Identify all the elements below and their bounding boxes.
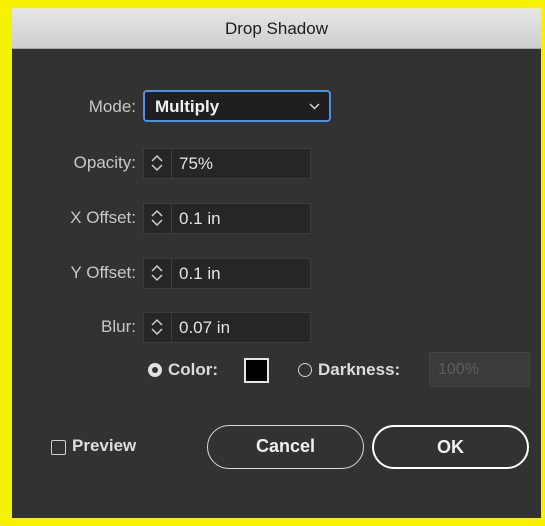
- dialog-title: Drop Shadow: [224, 19, 328, 38]
- chevron-down-icon: [309, 103, 320, 110]
- preview-checkbox[interactable]: [51, 440, 66, 455]
- title-bar[interactable]: Drop Shadow: [12, 8, 541, 49]
- color-radio[interactable]: [148, 363, 162, 377]
- stepper-arrows-icon: [151, 264, 163, 282]
- blur-value: 0.07 in: [179, 318, 231, 337]
- mode-select[interactable]: Multiply: [143, 90, 331, 122]
- preview-label: Preview: [72, 436, 137, 455]
- ok-button[interactable]: OK: [372, 425, 529, 469]
- opacity-field[interactable]: 75%: [143, 148, 311, 179]
- x-offset-label: X Offset:: [70, 208, 136, 227]
- stepper-arrows-icon: [151, 209, 163, 227]
- darkness-value: 100%: [438, 361, 479, 378]
- blur-field[interactable]: 0.07 in: [143, 312, 311, 343]
- darkness-field: 100%: [429, 352, 530, 387]
- color-swatch[interactable]: [244, 358, 269, 383]
- mode-label: Mode:: [88, 97, 136, 116]
- opacity-label: Opacity:: [73, 153, 136, 172]
- x-offset-value: 0.1 in: [179, 209, 221, 228]
- stepper-arrows-icon: [151, 318, 163, 336]
- x-offset-stepper[interactable]: [144, 204, 172, 233]
- opacity-value: 75%: [179, 154, 214, 173]
- drop-shadow-dialog: Drop Shadow Mode: Multiply Opacity: 75% …: [12, 8, 541, 518]
- y-offset-label: Y Offset:: [70, 263, 136, 282]
- stepper-arrows-icon: [151, 154, 163, 172]
- mode-value: Multiply: [155, 97, 220, 116]
- y-offset-value: 0.1 in: [179, 264, 221, 283]
- blur-label: Blur:: [101, 317, 136, 336]
- y-offset-field[interactable]: 0.1 in: [143, 258, 311, 289]
- color-label: Color:: [168, 360, 219, 379]
- opacity-stepper[interactable]: [144, 149, 172, 178]
- blur-stepper[interactable]: [144, 313, 172, 342]
- x-offset-field[interactable]: 0.1 in: [143, 203, 311, 234]
- darkness-radio[interactable]: [298, 363, 312, 377]
- darkness-label: Darkness:: [318, 360, 401, 379]
- cancel-button[interactable]: Cancel: [207, 425, 364, 469]
- y-offset-stepper[interactable]: [144, 259, 172, 288]
